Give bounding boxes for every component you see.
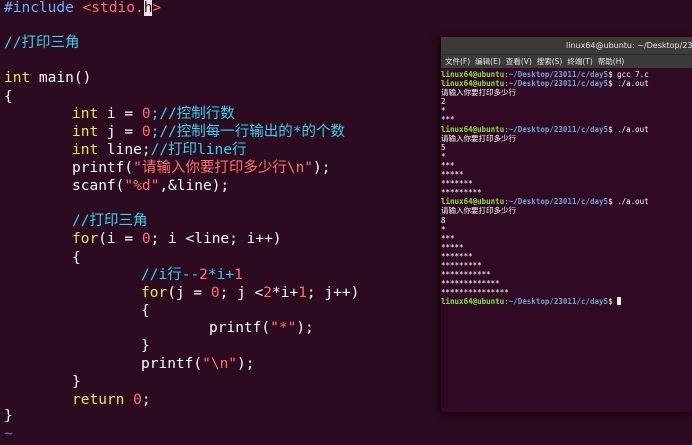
- terminal-line: ***: [441, 160, 455, 170]
- terminal-line: linux64@ubuntu:~/Desktop/23011/c/day5$ g…: [441, 70, 649, 79]
- terminal-line: ***: [441, 233, 455, 243]
- terminal-line: 请输入你要打印多少行: [441, 133, 516, 143]
- menu-view[interactable]: 查看(V): [506, 57, 532, 66]
- code-line-9: scanf("%d",&line);: [72, 178, 230, 194]
- code-line-3: int main(): [4, 70, 92, 86]
- terminal-line: linux64@ubuntu:~/Desktop/23011/c/day5$ .…: [441, 79, 649, 89]
- code-line-19: }: [72, 374, 81, 390]
- code-line-21: }: [4, 408, 13, 424]
- terminal-window[interactable]: linux64@ubuntu: ~/Desktop/23011/c/day5 文…: [441, 37, 692, 412]
- terminal-output[interactable]: linux64@ubuntu:~/Desktop/23011/c/day5$ g…: [441, 68, 692, 306]
- terminal-line: 2: [441, 97, 446, 107]
- terminal-line: *********: [441, 188, 482, 198]
- terminal-line: *******: [441, 251, 473, 261]
- terminal-line: *: [441, 106, 446, 116]
- code-line-13: //i行--2*i+1: [141, 267, 243, 283]
- menu-edit[interactable]: 编辑(E): [475, 57, 501, 66]
- menu-file[interactable]: 文件(F): [445, 57, 470, 66]
- code-line-6: int j = 0;//控制每一行输出的*的个数: [72, 124, 346, 140]
- code-line-10: //打印三角: [72, 213, 148, 229]
- empty-line-marker: ~: [4, 426, 13, 442]
- terminal-line: *************: [441, 279, 500, 289]
- terminal-line: *******: [441, 179, 473, 189]
- code-line-15: {: [141, 303, 150, 319]
- terminal-line: *: [441, 151, 446, 161]
- menu-terminal[interactable]: 终端(T): [567, 57, 592, 66]
- terminal-title: linux64@ubuntu: ~/Desktop/23011/c/day5: [441, 37, 692, 55]
- terminal-line: 8: [441, 215, 446, 225]
- code-line-18: printf("\n");: [141, 356, 255, 372]
- terminal-menubar: 文件(F) 编辑(E) 查看(V) 搜索(S) 终端(T) 帮助(H): [441, 55, 692, 68]
- code-line-1: #include <stdio.h>: [4, 0, 162, 16]
- terminal-line: *********: [441, 260, 482, 270]
- code-line-17: }: [141, 338, 150, 354]
- terminal-line: *****: [441, 242, 464, 252]
- terminal-line: ***********: [441, 270, 491, 280]
- terminal-line: linux64@ubuntu:~/Desktop/23011/c/day5$ .…: [441, 124, 649, 134]
- terminal-line: ***: [441, 115, 455, 125]
- terminal-line: linux64@ubuntu:~/Desktop/23011/c/day5$ .…: [441, 197, 649, 207]
- code-line-16: printf("*");: [209, 320, 314, 336]
- code-line-12: {: [72, 250, 81, 266]
- code-line-14: for(j = 0; j <2*i+1; j++): [141, 285, 360, 301]
- terminal-line: 5: [441, 142, 446, 152]
- terminal-cursor: [617, 297, 622, 306]
- menu-help[interactable]: 帮助(H): [598, 57, 625, 66]
- code-line-20: return 0;: [72, 392, 151, 408]
- menu-search[interactable]: 搜索(S): [537, 57, 563, 66]
- terminal-line: *****: [441, 170, 464, 180]
- code-line-11: for(i = 0; i <line; i++): [72, 231, 282, 247]
- code-line-7: int line;//打印line行: [72, 142, 247, 158]
- terminal-prompt-line[interactable]: linux64@ubuntu:~/Desktop/23011/c/day5$: [441, 297, 692, 306]
- code-line-4: {: [4, 89, 13, 105]
- terminal-line: *: [441, 224, 446, 234]
- code-line-2: //打印三角: [4, 35, 80, 51]
- code-line-8: printf("请输入你要打印多少行\n");: [72, 160, 331, 176]
- terminal-line: 请输入你要打印多少行: [441, 88, 516, 98]
- terminal-line: 请输入你要打印多少行: [441, 206, 516, 216]
- code-line-5: int i = 0;//控制行数: [72, 106, 235, 122]
- terminal-line: ***************: [441, 288, 509, 298]
